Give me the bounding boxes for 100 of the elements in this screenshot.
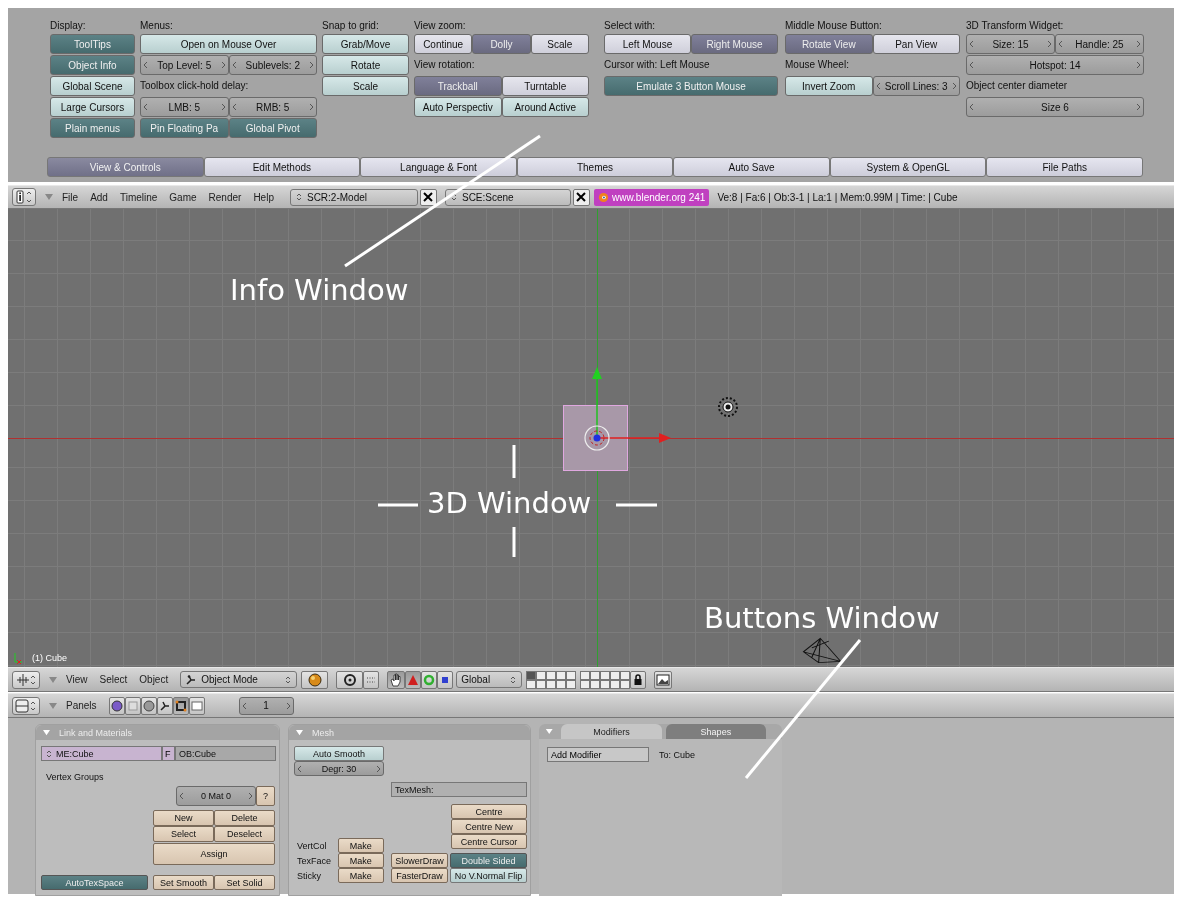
panel-tab[interactable]: Shapes xyxy=(665,724,766,739)
object-name-field[interactable]: OB:Cube xyxy=(175,746,276,761)
material-number-field[interactable]: 0 Mat 0 xyxy=(176,786,256,806)
shading-button[interactable]: Set Smooth xyxy=(153,875,214,890)
rotate-button[interactable] xyxy=(421,670,438,689)
context-button[interactable] xyxy=(172,696,189,715)
tab[interactable]: System & OpenGL xyxy=(829,157,987,177)
mesh-name-field[interactable]: ME:Cube xyxy=(41,746,162,761)
option-button[interactable]: Dolly xyxy=(472,34,531,54)
menu-item[interactable]: Select xyxy=(99,674,128,685)
context-button[interactable] xyxy=(108,696,125,715)
number-field[interactable]: Handle: 25 xyxy=(1055,34,1144,54)
option-button[interactable]: Rotate View xyxy=(785,34,873,54)
scale-button[interactable] xyxy=(437,670,454,689)
pivot-button[interactable] xyxy=(336,670,364,689)
make-button[interactable]: Make xyxy=(337,868,384,883)
window-type-button[interactable] xyxy=(12,188,36,206)
layer-grid[interactable] xyxy=(526,670,577,689)
context-button[interactable] xyxy=(156,696,173,715)
make-button[interactable]: Make xyxy=(337,838,384,853)
push-button[interactable]: Grab/Move xyxy=(322,34,409,54)
tab[interactable]: Edit Methods xyxy=(203,157,361,177)
toggle-button[interactable]: Plain menus xyxy=(50,118,135,138)
translate-button[interactable] xyxy=(405,670,422,689)
option-button[interactable]: Trackball xyxy=(414,76,502,96)
add-modifier-button[interactable]: Add Modifier xyxy=(547,747,649,762)
lamp-icon[interactable] xyxy=(715,394,741,420)
material-button[interactable]: Select xyxy=(153,826,214,842)
centre-button[interactable]: Centre New xyxy=(451,819,527,834)
make-button[interactable]: Make xyxy=(337,853,384,868)
render-button[interactable] xyxy=(654,670,673,689)
toggle-button[interactable]: Around Active xyxy=(501,97,589,117)
tab[interactable]: File Paths xyxy=(986,157,1144,177)
selected-cube[interactable] xyxy=(563,405,628,471)
toggle-button[interactable]: Open on Mouse Over xyxy=(140,34,317,54)
push-button[interactable]: Scale xyxy=(322,76,409,96)
draw-type-button[interactable] xyxy=(301,670,329,689)
mode-dropdown[interactable]: Object Mode xyxy=(180,671,298,688)
number-field[interactable]: Scroll Lines: 3 xyxy=(872,76,960,96)
website-link[interactable]: www.blender.org 241 xyxy=(593,188,710,206)
option-button[interactable]: Pan View xyxy=(872,34,960,54)
toggle-button[interactable]: AutoTexSpace xyxy=(41,875,148,890)
option-button[interactable]: Scale xyxy=(530,34,589,54)
draw-button[interactable]: SlowerDraw xyxy=(391,853,448,868)
option-button[interactable]: Continue xyxy=(414,34,473,54)
tab[interactable]: Language & Font xyxy=(360,157,517,177)
close-button[interactable] xyxy=(419,188,437,206)
camera-drawing[interactable] xyxy=(800,637,844,664)
toggle-button[interactable]: Large Cursors xyxy=(50,97,135,117)
scene-field[interactable]: SCE:Scene xyxy=(444,188,571,206)
draw-button[interactable]: FasterDraw xyxy=(391,868,448,883)
number-field[interactable]: Size 6 xyxy=(966,97,1144,117)
fake-user-button[interactable]: F xyxy=(162,746,175,761)
number-field[interactable]: Hotspot: 14 xyxy=(966,55,1144,75)
toggle-button[interactable]: Global Pivot xyxy=(228,118,317,138)
menu-item[interactable]: View xyxy=(66,674,88,685)
tab[interactable]: Themes xyxy=(516,157,674,177)
toggle-button[interactable]: ToolTips xyxy=(50,34,135,54)
menu-item[interactable]: Game xyxy=(169,191,197,203)
menu-item[interactable]: Object xyxy=(139,674,169,685)
toggle-button[interactable]: Global Scene xyxy=(50,76,135,96)
number-field[interactable]: Size: 15 xyxy=(966,34,1055,54)
tab[interactable]: Auto Save xyxy=(673,157,830,177)
toggle-button[interactable]: Object Info xyxy=(50,55,135,75)
toggle-button[interactable]: Emulate 3 Button Mouse xyxy=(604,76,778,96)
window-type-button[interactable] xyxy=(12,696,40,715)
tab[interactable]: View & Controls xyxy=(47,157,204,177)
menu-item[interactable]: Render xyxy=(208,191,242,203)
close-button[interactable] xyxy=(572,188,590,206)
menu-item[interactable]: File xyxy=(62,191,79,203)
context-button[interactable] xyxy=(140,696,157,715)
menu-item[interactable]: Timeline xyxy=(119,191,158,203)
centre-button[interactable]: Centre Cursor xyxy=(451,834,527,849)
frame-number-field[interactable]: 1 xyxy=(238,696,294,715)
toggle-button[interactable]: Invert Zoom xyxy=(785,76,873,96)
material-button[interactable]: Delete xyxy=(214,810,275,826)
panel-tab[interactable]: Modifiers xyxy=(561,724,662,739)
screen-field[interactable]: SCR:2-Model xyxy=(289,188,418,206)
number-field[interactable]: LMB: 5 xyxy=(140,97,229,117)
toggle-button[interactable]: Auto Perspectiv xyxy=(414,97,502,117)
option-button[interactable]: Right Mouse xyxy=(691,34,778,54)
window-type-button[interactable] xyxy=(12,670,40,689)
material-button[interactable]: Deselect xyxy=(214,826,275,842)
lock-button[interactable] xyxy=(630,670,647,689)
menu-item[interactable]: Help xyxy=(253,191,274,203)
help-button[interactable]: ? xyxy=(256,786,275,806)
layer-grid[interactable] xyxy=(580,670,631,689)
number-field[interactable]: RMB: 5 xyxy=(228,97,317,117)
push-button[interactable]: Rotate xyxy=(322,55,409,75)
toggle-button[interactable]: Auto Smooth xyxy=(294,746,384,761)
widget-toggle[interactable] xyxy=(387,670,406,689)
option-button[interactable]: Left Mouse xyxy=(604,34,691,54)
texmesh-field[interactable]: TexMesh: xyxy=(391,782,527,797)
toggle-button[interactable]: Pin Floating Pa xyxy=(140,118,229,138)
menu-item[interactable]: Add xyxy=(90,191,108,203)
centre-button[interactable]: Centre xyxy=(451,804,527,819)
option-button[interactable]: Turntable xyxy=(501,76,589,96)
shading-button[interactable]: Set Solid xyxy=(214,875,275,890)
snap-button[interactable] xyxy=(363,670,380,689)
toggle-button[interactable]: No V.Normal Flip xyxy=(450,868,527,883)
